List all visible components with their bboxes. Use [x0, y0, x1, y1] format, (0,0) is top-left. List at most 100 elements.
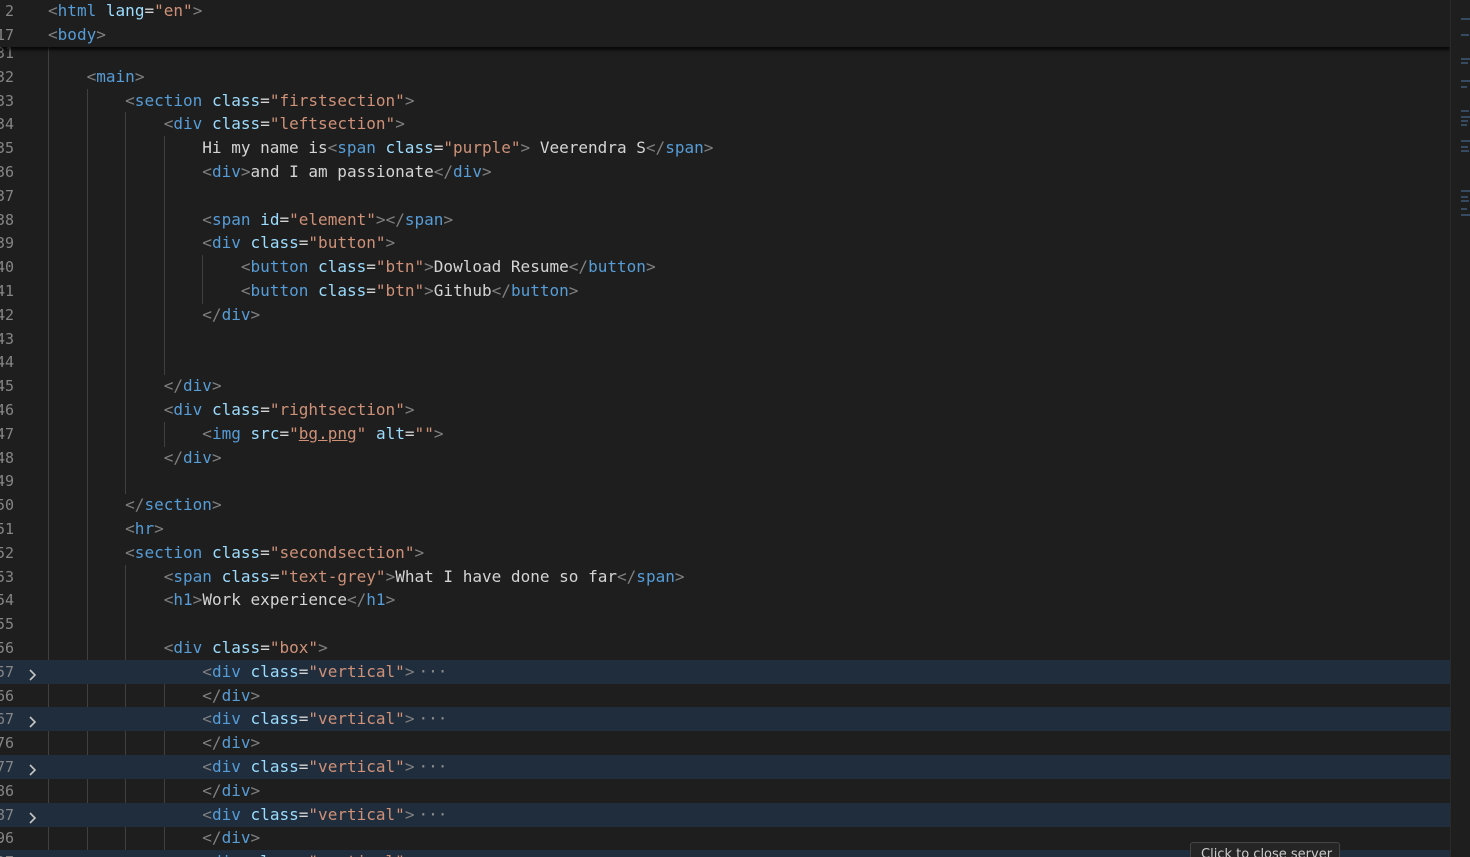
minimap[interactable]: [1450, 0, 1470, 857]
code-text: <div class="button">: [202, 233, 396, 252]
code-text: </div>: [202, 733, 261, 752]
line-number: 87: [0, 806, 14, 824]
line-number: 41: [0, 282, 14, 300]
code-line[interactable]: 46 <div class="rightsection">: [0, 398, 1450, 422]
line-number: 37: [0, 187, 14, 205]
code-line[interactable]: 86 </div>: [0, 779, 1450, 803]
line-number: 55: [0, 615, 14, 633]
code-line[interactable]: 33 <section class="firstsection">: [0, 89, 1450, 113]
code-line[interactable]: 45 </div>: [0, 374, 1450, 398]
code-text: </div>: [202, 781, 261, 800]
fold-ellipsis[interactable]: ···: [419, 709, 448, 728]
line-number: 52: [0, 544, 14, 562]
code-text: </section>: [125, 495, 222, 514]
line-number: 32: [0, 68, 14, 86]
code-line[interactable]: 38 <span id="element"></span>: [0, 208, 1450, 232]
code-line[interactable]: 36 <div>and I am passionate</div>: [0, 160, 1450, 184]
line-number: 34: [0, 115, 14, 133]
minimap-line: [1461, 200, 1469, 202]
code-line[interactable]: 49: [0, 469, 1450, 493]
minimap-line: [1461, 34, 1469, 36]
line-number: 51: [0, 520, 14, 538]
code-line[interactable]: 37: [0, 184, 1450, 208]
code-line[interactable]: 17 <body>: [0, 23, 1450, 47]
code-line[interactable]: 51 <hr>: [0, 517, 1450, 541]
minimap-line: [1461, 116, 1470, 118]
minimap-line: [1461, 140, 1470, 142]
folded-code-line[interactable]: 77 <div class="vertical"> ···: [0, 755, 1450, 779]
code-text: <span class="text-grey">What I have done…: [163, 567, 685, 586]
line-number: 53: [0, 568, 14, 586]
line-number: 2: [4, 2, 14, 20]
line-number: 46: [0, 401, 14, 419]
close-server-tooltip: Click to close server: [1190, 842, 1340, 857]
line-number: 77: [0, 758, 14, 776]
code-line[interactable]: 56 <div class="box">: [0, 636, 1450, 660]
fold-chevron-icon[interactable]: [26, 665, 40, 681]
folded-code-line[interactable]: 57 <div class="vertical"> ···: [0, 660, 1450, 684]
code-line[interactable]: 47 <img src="bg.png" alt="">: [0, 422, 1450, 446]
line-number: 66: [0, 687, 14, 705]
code-text: <span id="element"></span>: [202, 210, 454, 229]
line-number: 42: [0, 306, 14, 324]
minimap-line: [1461, 214, 1470, 216]
line-number: 50: [0, 496, 14, 514]
line-number: 44: [0, 353, 14, 371]
folded-code-line[interactable]: 87 <div class="vertical"> ···: [0, 803, 1450, 827]
code-text: </div>: [163, 448, 222, 467]
code-line[interactable]: 53 <span class="text-grey">What I have d…: [0, 565, 1450, 589]
code-text: <div class="vertical">···: [202, 757, 448, 776]
fold-ellipsis[interactable]: ···: [419, 805, 448, 824]
minimap-line: [1461, 18, 1470, 20]
code-text: <div class="vertical">···: [202, 662, 448, 681]
code-line[interactable]: 44: [0, 350, 1450, 374]
fold-chevron-icon[interactable]: [26, 712, 40, 728]
code-line[interactable]: 41 <button class="btn">Github</button>: [0, 279, 1450, 303]
code-line[interactable]: 52 <section class="secondsection">: [0, 541, 1450, 565]
code-line[interactable]: 42 </div>: [0, 303, 1450, 327]
code-text: </div>: [202, 305, 261, 324]
code-line[interactable]: 76 </div>: [0, 731, 1450, 755]
code-line[interactable]: 2 <html lang="en">: [0, 0, 1450, 23]
code-line[interactable]: 32 <main>: [0, 65, 1450, 89]
line-number: 48: [0, 449, 14, 467]
code-text: </div>: [202, 686, 261, 705]
code-text: <div class="rightsection">: [163, 400, 415, 419]
fold-chevron-icon[interactable]: [26, 808, 40, 824]
minimap-line: [1461, 190, 1470, 192]
fold-chevron-icon[interactable]: [26, 760, 40, 776]
code-text: <section class="firstsection">: [125, 91, 415, 110]
code-text: <main>: [86, 67, 145, 86]
line-number: 35: [0, 139, 14, 157]
line-number: 47: [0, 425, 14, 443]
code-text: <div>and I am passionate</div>: [202, 162, 492, 181]
minimap-line: [1461, 80, 1470, 82]
code-editor[interactable]: 31 32 <main> 33 <section class="firstsecti…: [0, 0, 1450, 857]
code-line[interactable]: 39 <div class="button">: [0, 231, 1450, 255]
code-text: <body>: [48, 25, 106, 44]
fold-ellipsis[interactable]: ···: [419, 662, 448, 681]
code-line[interactable]: 43: [0, 327, 1450, 351]
code-line[interactable]: 50 </section>: [0, 493, 1450, 517]
minimap-line: [1461, 124, 1467, 126]
code-line[interactable]: 40 <button class="btn">Dowload Resume</b…: [0, 255, 1450, 279]
code-line[interactable]: 66 </div>: [0, 684, 1450, 708]
code-line[interactable]: 48 </div>: [0, 446, 1450, 470]
code-line[interactable]: 34 <div class="leftsection">: [0, 112, 1450, 136]
folded-code-line[interactable]: 67 <div class="vertical"> ···: [0, 707, 1450, 731]
code-text: </div>: [163, 376, 222, 395]
line-number: 67: [0, 710, 14, 728]
code-text: <img src="bg.png" alt="">: [202, 424, 444, 443]
line-number: 57: [0, 663, 14, 681]
line-number: 33: [0, 92, 14, 110]
line-number: 54: [0, 591, 14, 609]
code-line[interactable]: 54 <h1>Work experience</h1>: [0, 588, 1450, 612]
code-line[interactable]: 55: [0, 612, 1450, 636]
code-text: <h1>Work experience</h1>: [163, 590, 396, 609]
sticky-scroll-header[interactable]: 2 <html lang="en"> 17 <body>: [0, 0, 1450, 47]
fold-ellipsis[interactable]: ···: [419, 852, 448, 857]
code-line[interactable]: 35 Hi my name is<span class="purple"> Ve…: [0, 136, 1450, 160]
line-number: 39: [0, 234, 14, 252]
fold-ellipsis[interactable]: ···: [419, 757, 448, 776]
code-text: <div class="leftsection">: [163, 114, 405, 133]
